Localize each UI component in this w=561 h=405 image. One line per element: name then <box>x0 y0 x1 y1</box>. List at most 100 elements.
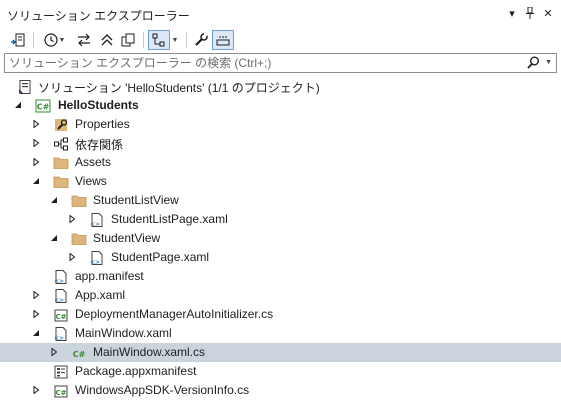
folder-open-icon <box>71 233 87 245</box>
tree-item-package-appxmanifest[interactable]: Package.appxmanifest <box>0 362 561 381</box>
tree-item-label: StudentPage.xaml <box>111 250 210 264</box>
tree-item-app-manifest[interactable]: <> app.manifest <box>0 267 561 286</box>
svg-text:<>: <> <box>54 297 64 304</box>
show-all-files-button[interactable] <box>118 30 138 50</box>
preview-selected-items-button[interactable] <box>212 30 234 50</box>
wrench-icon <box>195 33 208 46</box>
solution-icon <box>19 80 31 94</box>
tree-view-dropdown-button[interactable]: ▼ <box>170 30 180 50</box>
tree-item-windowsappsdk-versioninfo-cs[interactable]: C# WindowsAppSDK-VersionInfo.cs <box>0 381 561 400</box>
tree-item-views[interactable]: Views <box>0 172 561 191</box>
xaml-file-icon: <> <box>90 213 103 228</box>
expanded-arrow-icon[interactable] <box>49 233 59 243</box>
tree-item-label: StudentListPage.xaml <box>111 212 228 226</box>
csharp-file-icon: C# <box>73 350 86 359</box>
tree-item-properties[interactable]: Properties <box>0 115 561 134</box>
expanded-arrow-icon[interactable] <box>13 100 23 110</box>
pin-icon[interactable] <box>523 5 537 21</box>
tree-item-app-xaml[interactable]: <> App.xaml <box>0 286 561 305</box>
collapse-all-icon <box>101 34 113 46</box>
collapsed-arrow-icon[interactable] <box>31 138 41 148</box>
tree-item-studentlistpage-xaml[interactable]: <> StudentListPage.xaml <box>0 210 561 229</box>
collapsed-arrow-icon[interactable] <box>31 119 41 129</box>
collapsed-arrow-icon[interactable] <box>31 290 41 300</box>
tree-item-label: 依存関係 <box>75 138 124 152</box>
tree-item-label: app.manifest <box>75 269 144 283</box>
copy-files-icon <box>121 33 135 47</box>
tree-hierarchy-icon <box>152 33 165 47</box>
svg-text:C#: C# <box>55 389 66 397</box>
chevron-down-icon: ▼ <box>58 36 66 44</box>
search-icon[interactable] <box>527 56 540 72</box>
tree-item-label: Package.appxmanifest <box>75 364 197 378</box>
tree-item-label: DeploymentManagerAutoInitializer.cs <box>75 307 274 321</box>
switch-views-button[interactable] <box>8 30 28 50</box>
properties-button[interactable] <box>191 30 211 50</box>
tree-item-label: WindowsAppSDK-VersionInfo.cs <box>75 383 250 397</box>
folder-icon <box>53 157 69 169</box>
preview-icon <box>216 36 230 46</box>
panel-title-bar: ソリューション エクスプローラー ▾ ✕ <box>0 0 561 28</box>
package-manifest-icon <box>54 365 68 379</box>
collapsed-arrow-icon[interactable] <box>31 385 41 395</box>
svg-text:<>: <> <box>90 221 100 228</box>
search-input[interactable] <box>5 54 515 72</box>
history-clock-icon <box>43 33 58 47</box>
svg-text:<>: <> <box>54 278 64 285</box>
csharp-file-icon: C# <box>54 309 68 322</box>
tree-item-studentlistview[interactable]: StudentListView <box>0 191 561 210</box>
close-icon[interactable]: ✕ <box>541 5 555 21</box>
tree-item-label: HelloStudents <box>58 98 139 112</box>
svg-text:C#: C# <box>55 313 66 321</box>
svg-text:C#: C# <box>37 103 50 112</box>
toolbar-separator <box>143 32 144 48</box>
panel-title-controls: ▾ ✕ <box>505 5 555 21</box>
tree-item-dependencies[interactable]: 依存関係 <box>0 134 561 153</box>
pending-changes-filter-button[interactable]: ▼ <box>39 30 69 50</box>
toolbar: ▼ ▼ <box>0 28 561 52</box>
search-box: ▼ <box>4 53 557 73</box>
collapse-all-button[interactable] <box>97 30 117 50</box>
tree-item-studentview[interactable]: StudentView <box>0 229 561 248</box>
panel-title: ソリューション エクスプローラー <box>7 9 190 23</box>
tree-view-toggle-button[interactable] <box>148 30 170 50</box>
tree-item-mainwindow-xaml[interactable]: <> MainWindow.xaml <box>0 324 561 343</box>
window-position-dropdown-icon[interactable]: ▾ <box>505 5 519 21</box>
csharp-file-icon: C# <box>54 385 68 398</box>
switch-views-icon <box>11 33 25 47</box>
tree-item-label: Properties <box>75 117 130 131</box>
collapsed-arrow-icon[interactable] <box>67 214 77 224</box>
chevron-down-icon: ▼ <box>171 36 179 44</box>
svg-text:C#: C# <box>73 350 86 359</box>
expanded-arrow-icon[interactable] <box>31 176 41 186</box>
svg-text:<>: <> <box>54 335 64 342</box>
collapsed-arrow-icon[interactable] <box>67 252 77 262</box>
toolbar-separator <box>33 32 34 48</box>
dependencies-icon <box>54 137 68 151</box>
tree-item-assets[interactable]: Assets <box>0 153 561 172</box>
properties-wrench-icon <box>55 119 68 131</box>
tree-item-label: App.xaml <box>75 288 126 302</box>
toolbar-separator <box>186 32 187 48</box>
search-options-dropdown-icon[interactable]: ▼ <box>545 59 552 66</box>
collapsed-arrow-icon[interactable] <box>31 309 41 319</box>
sync-with-active-document-button[interactable] <box>74 30 94 50</box>
folder-open-icon <box>71 195 87 207</box>
collapsed-arrow-icon[interactable] <box>31 157 41 167</box>
collapsed-arrow-icon[interactable] <box>49 347 59 357</box>
csharp-project-icon: C# <box>35 99 51 113</box>
xaml-file-icon: <> <box>54 289 67 304</box>
xaml-file-icon: <> <box>54 327 67 342</box>
tree-item-studentpage-xaml[interactable]: <> StudentPage.xaml <box>0 248 561 267</box>
tree-item-label: MainWindow.xaml <box>75 326 172 340</box>
expanded-arrow-icon[interactable] <box>31 328 41 338</box>
tree-item-label: ソリューション 'HelloStudents' (1/1 のプロジェクト) <box>38 81 320 95</box>
xaml-file-icon: <> <box>90 251 103 266</box>
tree-item-project[interactable]: C# HelloStudents <box>0 96 561 115</box>
tree-item-label: StudentView <box>93 231 161 245</box>
expanded-arrow-icon[interactable] <box>49 195 59 205</box>
tree-item-solution[interactable]: ソリューション 'HelloStudents' (1/1 のプロジェクト) <box>0 77 561 96</box>
tree-item-deploymentmanager-cs[interactable]: C# DeploymentManagerAutoInitializer.cs <box>0 305 561 324</box>
svg-text:<>: <> <box>90 259 100 266</box>
tree-item-mainwindow-xaml-cs[interactable]: C# MainWindow.xaml.cs <box>0 343 561 362</box>
